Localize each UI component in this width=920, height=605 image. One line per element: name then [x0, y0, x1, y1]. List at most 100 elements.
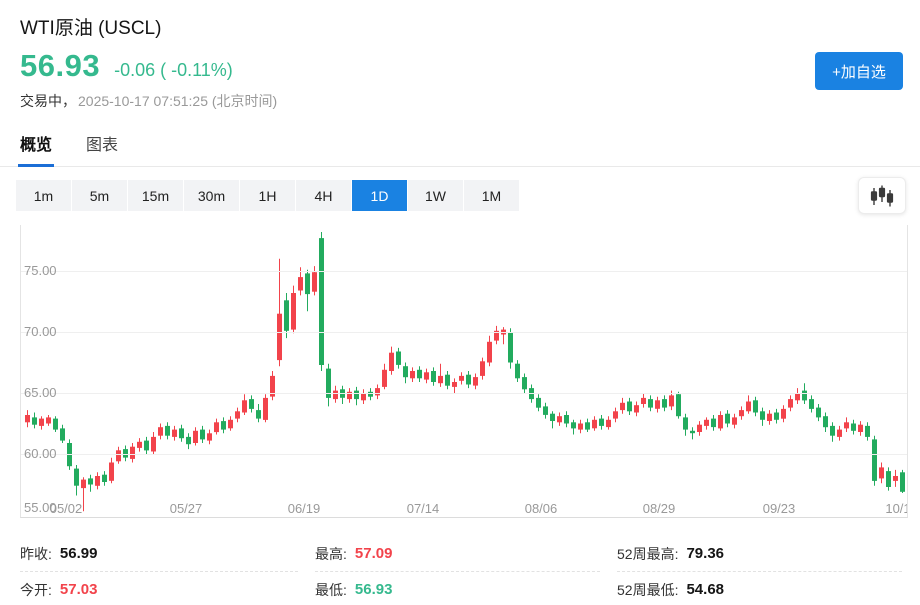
- candle: [305, 270, 310, 312]
- timeframe-button-1m[interactable]: 1m: [16, 180, 71, 211]
- candle: [732, 414, 737, 429]
- candle: [753, 397, 758, 417]
- x-axis-label: 08/06: [525, 501, 558, 516]
- candle: [893, 470, 898, 487]
- instrument-title: WTI原油 (USCL): [20, 13, 161, 40]
- candle: [515, 360, 520, 382]
- price-row: 56.93 -0.06 ( -0.11%): [20, 48, 233, 84]
- candle: [767, 410, 772, 425]
- candle: [508, 328, 513, 368]
- stat-label: 最低:: [315, 580, 347, 600]
- candle: [494, 326, 499, 344]
- candle: [410, 367, 415, 382]
- add-watchlist-button[interactable]: +加自选: [815, 52, 903, 90]
- tab-overview[interactable]: 概览: [20, 134, 52, 167]
- candle: [823, 413, 828, 433]
- candle: [95, 472, 100, 489]
- stat-label: 最高:: [315, 544, 347, 564]
- stat-label: 今开:: [20, 580, 52, 600]
- stat-value: 56.99: [60, 545, 98, 562]
- tab-chart[interactable]: 图表: [86, 134, 118, 167]
- candle: [144, 437, 149, 454]
- timeframe-selector: 1m5m15m30m1H4H1D1W1M: [16, 180, 519, 211]
- candle: [620, 398, 625, 414]
- candlestick-chart-icon: [870, 185, 894, 207]
- candle: [389, 347, 394, 375]
- candle: [809, 395, 814, 412]
- candle: [172, 426, 177, 441]
- candle: [522, 374, 527, 394]
- candle: [200, 426, 205, 443]
- candle: [102, 471, 107, 486]
- candle: [221, 417, 226, 433]
- timeframe-button-4H[interactable]: 4H: [296, 180, 351, 211]
- candle: [53, 416, 58, 432]
- candle: [501, 327, 506, 344]
- candle: [795, 388, 800, 404]
- stat-label: 52周最低:: [617, 580, 678, 600]
- candle: [263, 394, 268, 422]
- y-axis-label: 60.00: [24, 446, 57, 461]
- candle: [788, 395, 793, 411]
- candle: [781, 405, 786, 422]
- candle: [473, 374, 478, 390]
- timeframe-button-1D[interactable]: 1D: [352, 180, 407, 211]
- candle: [354, 387, 359, 405]
- candlestick-chart[interactable]: 75.0070.0065.0060.0055.0005/0205/2706/19…: [20, 225, 908, 518]
- candle: [193, 427, 198, 445]
- timeframe-button-1H[interactable]: 1H: [240, 180, 295, 211]
- timeframe-button-5m[interactable]: 5m: [72, 180, 127, 211]
- candle: [116, 447, 121, 464]
- candle: [676, 392, 681, 419]
- candle: [837, 426, 842, 441]
- candle: [39, 416, 44, 429]
- candle: [858, 421, 863, 436]
- candle: [242, 394, 247, 415]
- timeframe-button-1W[interactable]: 1W: [408, 180, 463, 211]
- candle: [718, 411, 723, 431]
- candle: [270, 371, 275, 400]
- gridline: [21, 393, 907, 394]
- candle: [214, 419, 219, 435]
- chart-type-button[interactable]: [858, 177, 906, 214]
- candle: [851, 420, 856, 435]
- candle: [599, 415, 604, 430]
- candle: [564, 411, 569, 427]
- candle: [347, 388, 352, 403]
- candle: [179, 425, 184, 442]
- stat-52周最高: 52周最高:79.36: [617, 536, 902, 572]
- candle: [333, 386, 338, 403]
- candle: [340, 386, 345, 404]
- candle: [375, 385, 380, 400]
- candle: [368, 388, 373, 400]
- candle: [291, 286, 296, 334]
- x-axis-label: 09/23: [763, 501, 796, 516]
- gridline: [21, 454, 907, 455]
- tab-bar: 概览 图表: [0, 134, 920, 167]
- candle: [74, 465, 79, 496]
- candle: [403, 363, 408, 384]
- candle: [207, 430, 212, 445]
- x-axis-label: 07/14: [407, 501, 440, 516]
- candle: [256, 404, 261, 422]
- last-price: 56.93: [20, 48, 100, 84]
- candle: [550, 411, 555, 428]
- candle: [865, 422, 870, 440]
- candle: [130, 443, 135, 463]
- candle: [249, 395, 254, 412]
- y-axis-label: 70.00: [24, 324, 57, 339]
- candle: [578, 420, 583, 434]
- timeframe-button-15m[interactable]: 15m: [128, 180, 183, 211]
- candle: [886, 467, 891, 490]
- timeframe-button-1M[interactable]: 1M: [464, 180, 519, 211]
- candle: [88, 475, 93, 492]
- candle: [438, 364, 443, 387]
- candle: [228, 416, 233, 431]
- candle: [151, 432, 156, 454]
- candle: [816, 404, 821, 421]
- timeframe-button-30m[interactable]: 30m: [184, 180, 239, 211]
- x-axis-label: 05/02: [50, 501, 83, 516]
- candle: [32, 413, 37, 429]
- candle: [879, 463, 884, 484]
- stat-value: 57.09: [355, 545, 393, 562]
